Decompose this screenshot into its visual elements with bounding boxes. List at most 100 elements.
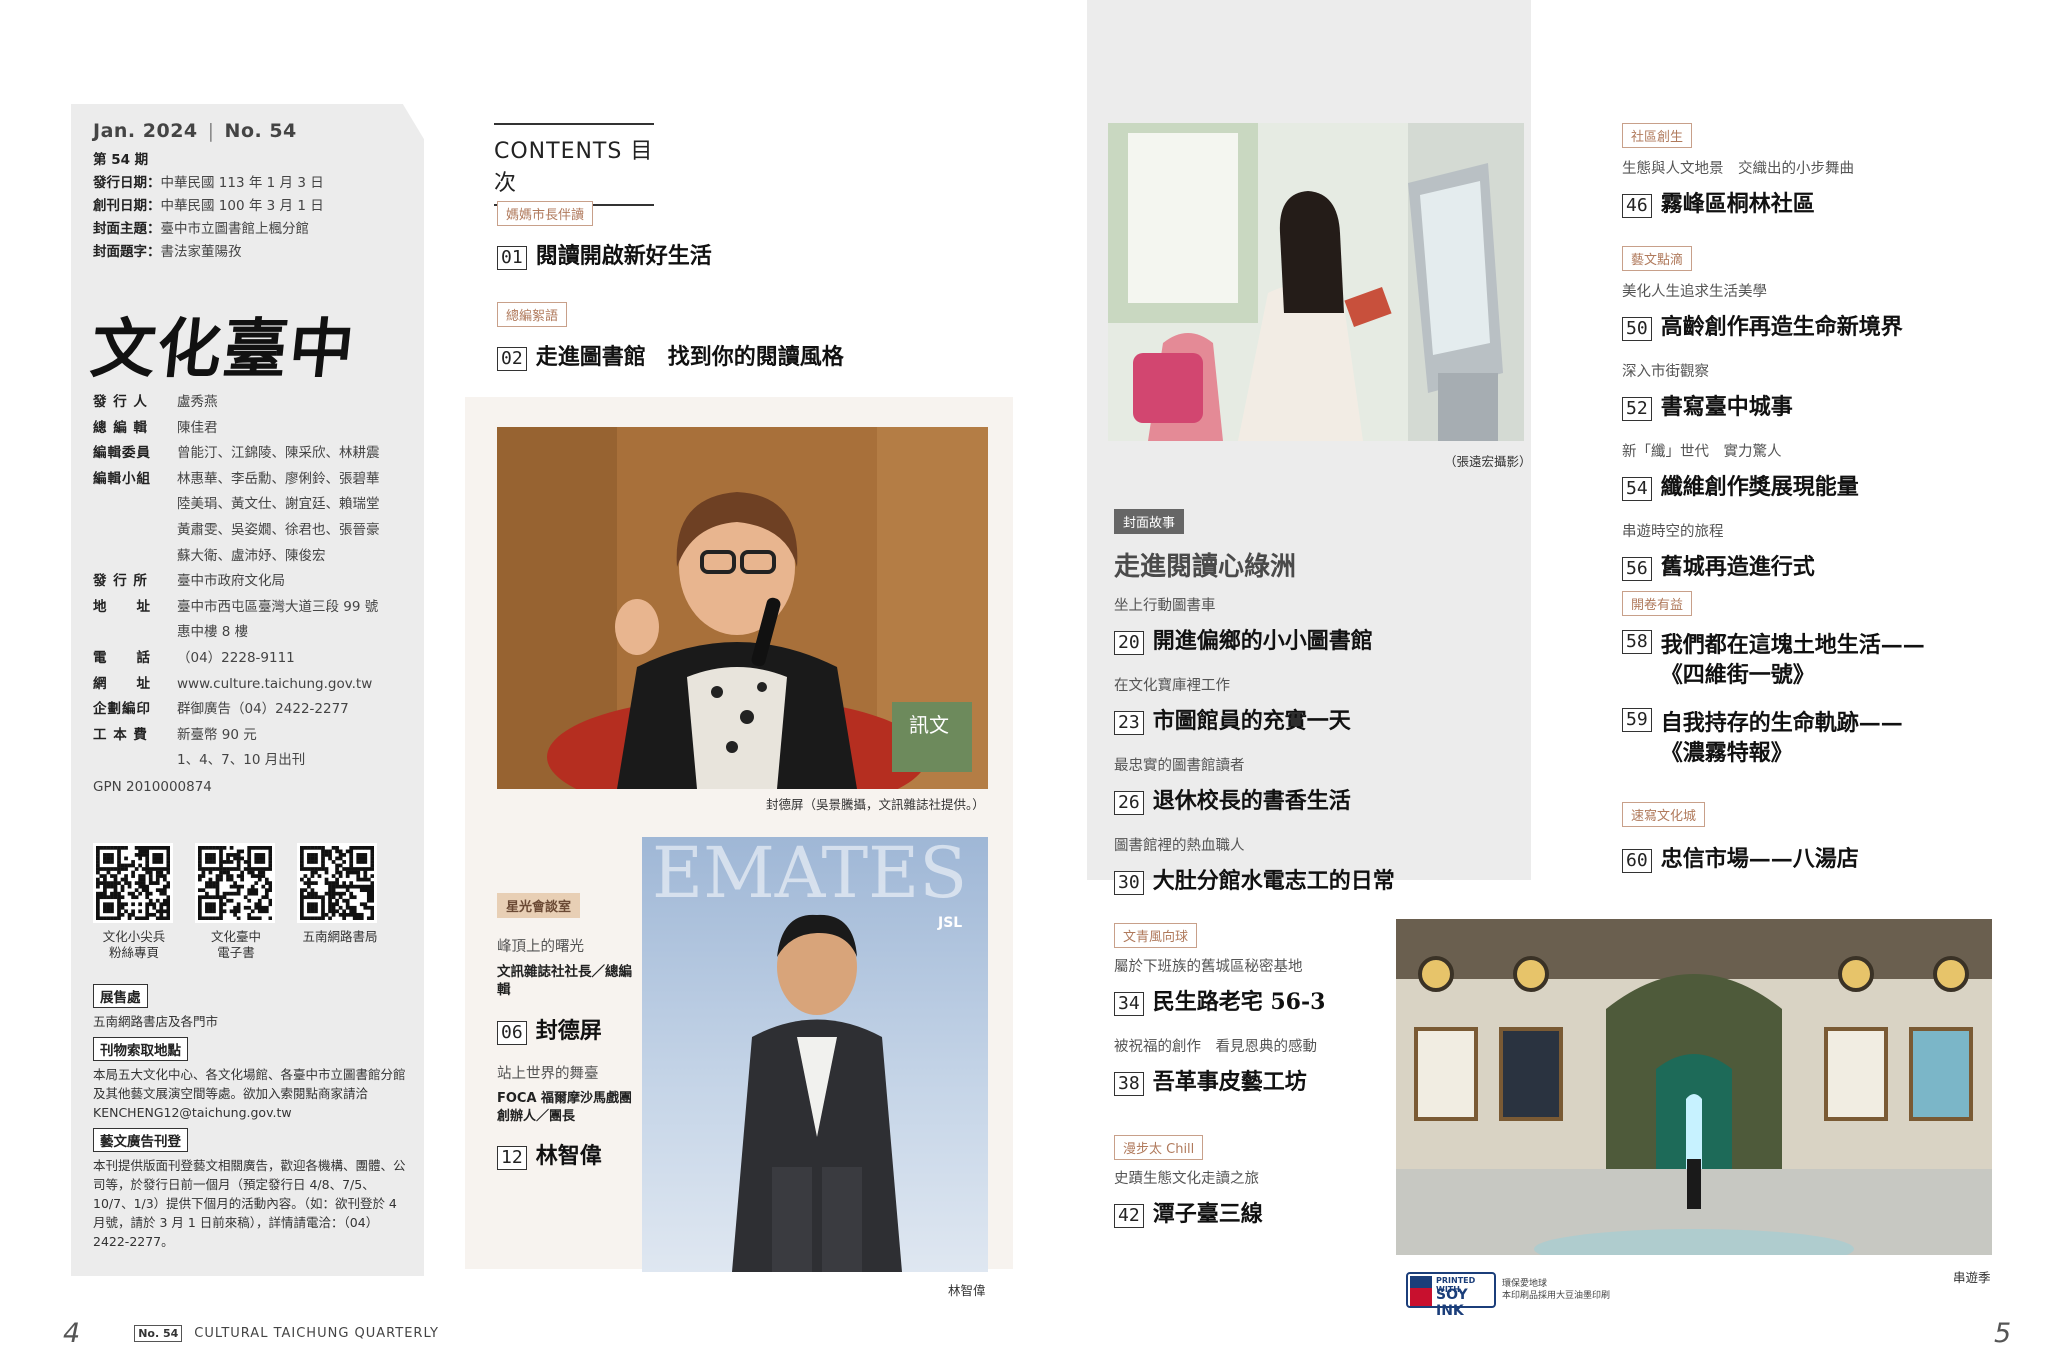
page-number: 59: [1622, 708, 1652, 732]
entry-title: 高齡創作再造生命新境界: [1660, 314, 1903, 340]
qr-block-bookstore[interactable]: 五南網路書局: [297, 843, 383, 961]
page-number: 46: [1622, 194, 1652, 218]
soy-flag-icon: [1410, 1276, 1432, 1306]
kicker-chill: 史蹟生態文化走讀之旅: [1114, 1171, 1259, 1187]
section-tag: 封面故事: [1114, 509, 1185, 534]
staff-role: [93, 544, 177, 570]
entry-title: 閱讀開啟新好生活: [535, 243, 712, 269]
qr-block-ebook[interactable]: 文化臺中 電子書: [195, 843, 277, 961]
section-tag: 文青風向球: [1114, 923, 1198, 948]
staff-value: 林惠華、李岳勳、廖俐鈴、張碧華: [177, 470, 380, 487]
footer-magazine-name: CULTURAL TAICHUNG QUARTERLY: [194, 1326, 439, 1341]
toc-entry-06[interactable]: 06 封德屏: [497, 1013, 637, 1045]
kicker-youth-1: 屬於下班族的舊城區秘密基地: [1114, 959, 1303, 975]
staff-role: 地 址: [93, 598, 151, 615]
cover-calligraphy-value: 書法家董陽孜: [160, 244, 242, 260]
toc-entry-46[interactable]: 46 霧峰區桐林社區: [1622, 186, 2002, 218]
staff-value: 陸美琄、黃文仕、謝宜廷、賴瑞堂: [177, 496, 380, 513]
toc-entry-12[interactable]: 12 林智偉: [497, 1138, 637, 1170]
toc-entry-52[interactable]: 52 書寫臺中城事: [1622, 389, 2002, 421]
staff-row: 地 址 臺中市西屯區臺灣大道三段 99 號: [93, 595, 423, 621]
entry-title: 開進偏鄉的小小圖書館: [1152, 628, 1373, 654]
entry-title-line2: 《濃霧特報》: [1660, 740, 1793, 766]
issue-box-no: No.: [138, 1327, 160, 1340]
toc-entry-30[interactable]: 30 大肚分館水電志工的日常: [1114, 863, 1514, 895]
sale-heading: 展售處: [93, 984, 148, 1008]
staff-role: [93, 492, 177, 518]
page-number: 50: [1622, 317, 1652, 341]
toc-entry-60[interactable]: 60 忠信市場——八湯店: [1622, 841, 2002, 873]
magazine-logo: 文化臺中: [87, 312, 360, 387]
entry-kicker: 圖書館裡的熱血職人: [1114, 838, 1245, 854]
staff-row: 編輯小組 林惠華、李岳勳、廖俐鈴、張碧華: [93, 467, 423, 493]
toc-entry-58[interactable]: 58 我們都在這塊土地生活—— 《四維街一號》: [1622, 630, 2002, 690]
staff-role: 發 行 人: [93, 394, 148, 410]
staff-value: 群御廣告（04）2422-2277: [177, 701, 349, 718]
toc-entry-34[interactable]: 34 民生路老宅 56-3: [1114, 984, 1414, 1016]
toc-entry-02[interactable]: 02 走進圖書館 找到你的閱讀風格: [497, 339, 844, 371]
art-items: 美化人生追求生活美學 50 高齡創作再造生命新境界 深入市街觀察 52 書寫臺中城事 新「纖…: [1622, 283, 2002, 581]
kicker-feng: 峰頂上的曙光: [497, 939, 584, 955]
page-number: 26: [1114, 791, 1144, 815]
entry-title-line1: 我們都在這塊土地生活——: [1660, 632, 1925, 658]
photo-lin-zhiwei: EMATES JSL: [642, 837, 988, 1272]
cover-calligraphy-key: 封面題字：: [93, 244, 161, 260]
photo-caption-lin: 林智偉: [948, 1283, 986, 1298]
toc-entry-50[interactable]: 50 高齡創作再造生命新境界: [1622, 309, 2002, 341]
toc-entry-59[interactable]: 59 自我持存的生命軌跡—— 《濃霧特報》: [1622, 708, 2002, 768]
staff-row: 工 本 費 新臺幣 90 元: [93, 723, 423, 749]
staff-role: 總 編 輯: [93, 419, 148, 436]
staff-role: [93, 748, 177, 774]
staff-role: 編輯委員: [93, 445, 151, 462]
issue-box: No. 54: [134, 1325, 183, 1342]
page-number: 60: [1622, 849, 1652, 873]
page-number: 02: [497, 347, 527, 371]
entry-title-line2: 《四維街一號》: [1660, 662, 1815, 688]
entry-kicker: 坐上行動圖書車: [1114, 598, 1216, 614]
staff-row: 蘇大衛、盧沛妤、陳俊宏: [93, 544, 423, 570]
toc-entry-23[interactable]: 23 市圖館員的充實一天: [1114, 703, 1514, 735]
toc-entry-42[interactable]: 42 潭子臺三線: [1114, 1196, 1414, 1228]
qr-code-icon[interactable]: [93, 843, 173, 923]
svg-text:JSL: JSL: [937, 915, 962, 931]
entry-kicker: 在文化寶庫裡工作: [1114, 678, 1230, 694]
cover-theme-value: 臺中市立圖書館上楓分館: [160, 221, 310, 237]
photo-caption-station: 串遊季: [1953, 1270, 1991, 1285]
toc-entry-01[interactable]: 01 閱讀開啟新好生活: [497, 238, 712, 270]
qr-code-icon[interactable]: [195, 843, 275, 923]
staff-row: 發 行 人 盧秀燕: [93, 390, 423, 416]
soy-badge-label: SOY INK: [1436, 1287, 1468, 1319]
photo-caption-kiosk: （張遠宏攝影）: [1444, 454, 1532, 469]
qr-code-icon[interactable]: [297, 843, 377, 923]
staff-role: 企劃編印: [93, 701, 151, 718]
page-number-left: 4: [63, 1318, 81, 1349]
toc-entry-20[interactable]: 20 開進偏鄉的小小圖書館: [1114, 623, 1514, 655]
staff-row: 1、4、7、10 月出刊: [93, 748, 423, 774]
staff-value: 蘇大衛、盧沛妤、陳俊宏: [177, 547, 326, 564]
toc-entry-38[interactable]: 38 吾革事皮藝工坊: [1114, 1064, 1414, 1096]
staff-row: 企劃編印 群御廣告（04）2422-2277: [93, 697, 423, 723]
photo-feng-deping: 訊文: [497, 427, 988, 789]
staff-role: [93, 620, 177, 646]
qr-block-fanpage[interactable]: 文化小尖兵 粉絲專頁: [93, 843, 175, 961]
staff-value: 惠中樓 8 樓: [177, 624, 249, 641]
staff-value: 曾能汀、江錦陵、陳采欣、林耕震: [177, 445, 380, 462]
qr-label-3a: 五南網路書局: [302, 929, 378, 944]
ad-heading: 藝文廣告刊登: [93, 1128, 188, 1152]
ad-text: 本刊提供版面刊登藝文相關廣告，歡迎各機構、團體、公司等，於發行日前一個月（預定發…: [93, 1158, 406, 1249]
staff-row: 惠中樓 8 樓: [93, 620, 423, 646]
page-number: 56: [1622, 557, 1652, 581]
page-number: 06: [497, 1021, 527, 1045]
contents-title: CONTENTS 目次: [494, 123, 654, 206]
staff-role: [93, 518, 177, 544]
qr-bookstore-svg: [300, 846, 375, 921]
issue-date: Jan. 2024: [93, 120, 198, 142]
section-chill: 漫步太 Chill 史蹟生態文化走讀之旅 42 潭子臺三線: [1114, 1135, 1414, 1228]
toc-entry-54[interactable]: 54 纖維創作獎展現能量: [1622, 469, 2002, 501]
toc-entry-26[interactable]: 26 退休校長的書香生活: [1114, 783, 1514, 815]
entry-title: 忠信市場——八湯店: [1660, 846, 1859, 872]
entry-title: 舊城再造進行式: [1660, 554, 1815, 580]
section-editor: 總編絮語 02 走進圖書館 找到你的閱讀風格: [497, 302, 844, 371]
issue-line: Jan. 2024 | No. 54: [93, 120, 297, 142]
toc-entry-56[interactable]: 56 舊城再造進行式: [1622, 549, 2002, 581]
